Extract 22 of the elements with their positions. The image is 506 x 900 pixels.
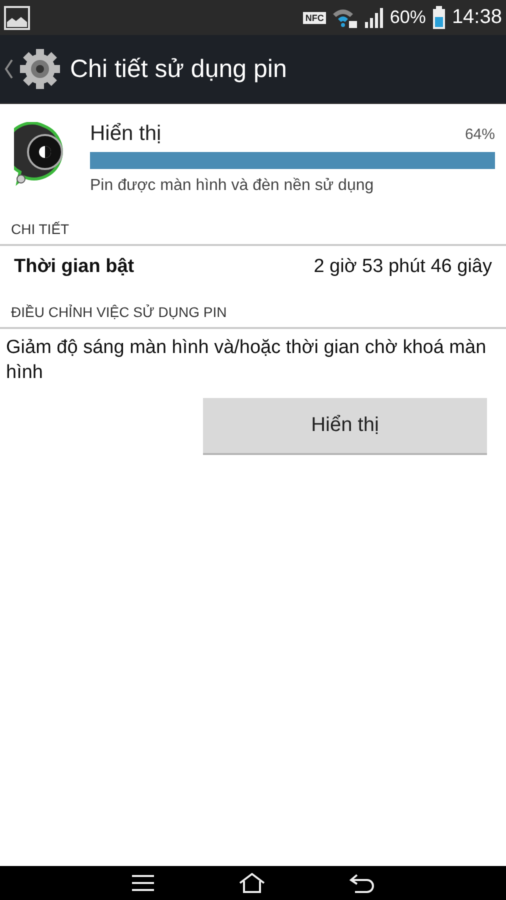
detail-label: Thời gian bật bbox=[14, 256, 134, 278]
section-header: CHI TIẾT bbox=[11, 221, 70, 237]
gallery-icon bbox=[4, 6, 30, 30]
home-icon[interactable] bbox=[238, 873, 266, 893]
menu-icon[interactable] bbox=[131, 874, 156, 892]
usage-name: Hiển thị bbox=[90, 122, 162, 146]
section-header: ĐIỀU CHỈNH VIỆC SỬ DỤNG PIN bbox=[11, 304, 227, 320]
usage-description: Pin được màn hình và đèn nền sử dụng bbox=[90, 177, 375, 195]
back-icon[interactable] bbox=[348, 873, 375, 893]
battery-percent: 60% bbox=[390, 7, 426, 28]
wifi-icon bbox=[332, 6, 358, 28]
clock: 14:38 bbox=[452, 6, 502, 29]
display-button[interactable]: Hiển thị bbox=[203, 398, 487, 455]
gear-icon bbox=[18, 47, 62, 91]
usage-percent: 64% bbox=[464, 126, 495, 142]
battery-icon bbox=[432, 6, 446, 30]
signal-icon bbox=[364, 6, 384, 28]
back-chevron-icon[interactable] bbox=[4, 57, 14, 81]
detail-value: 2 giờ 53 phút 46 giây bbox=[314, 256, 492, 278]
adjust-description: Giảm độ sáng màn hình và/hoặc thời gian chờ khoá màn hình bbox=[6, 336, 487, 385]
screen-title: Chi tiết sử dụng pin bbox=[70, 54, 287, 84]
nfc-label: NFC bbox=[303, 12, 326, 24]
